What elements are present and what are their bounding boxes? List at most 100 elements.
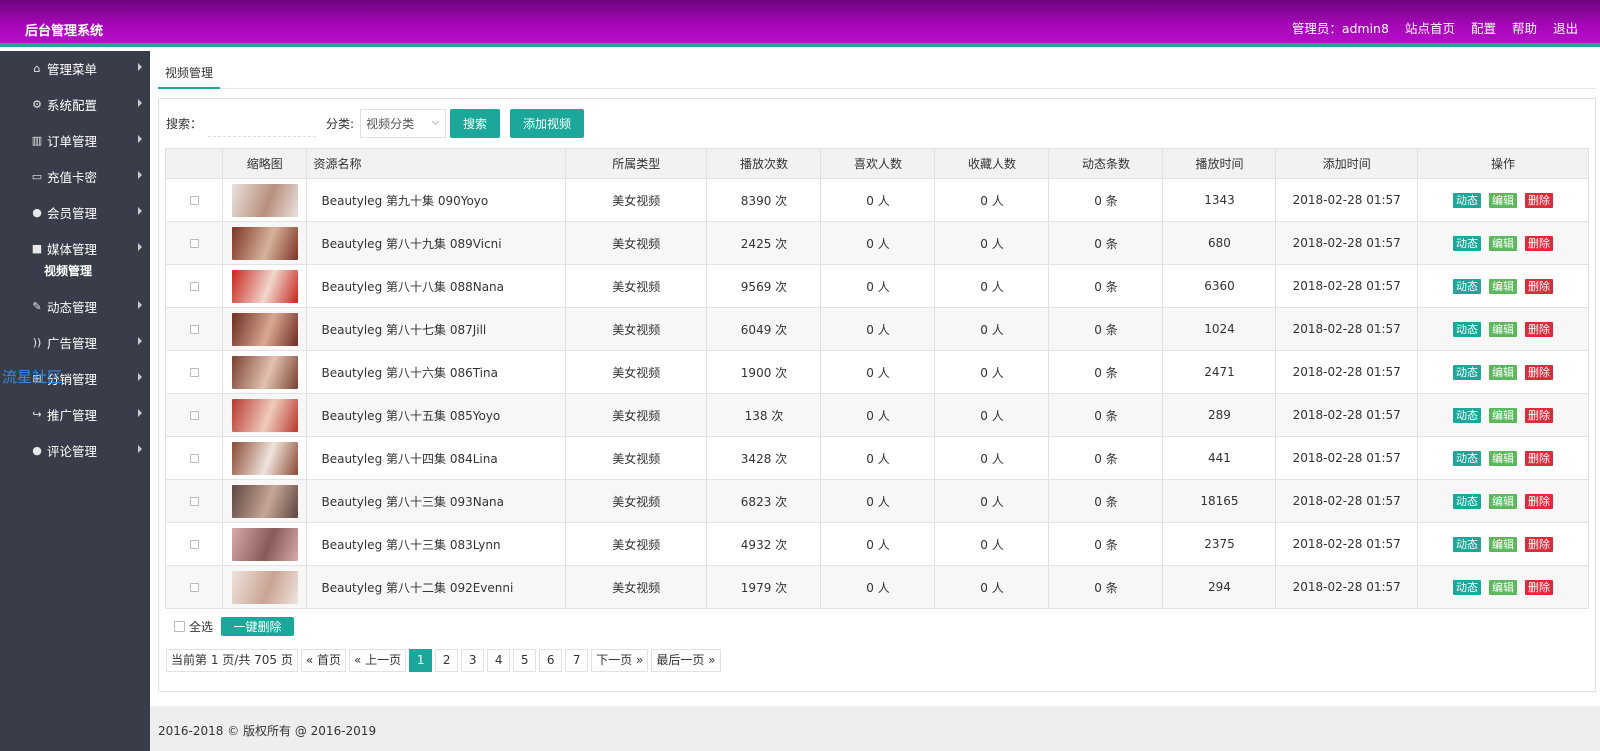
video-name-cell: Beautyleg 第八十三集 083Lynn (306, 522, 566, 566)
row-checkbox[interactable] (189, 368, 199, 377)
video-name-cell: Beautyleg 第九十集 090Yoyo (306, 178, 566, 222)
add-video-button[interactable]: 添加视频 (510, 108, 585, 138)
video-thumbnail[interactable] (231, 355, 298, 389)
dynamic-button[interactable]: 动态 (1452, 192, 1481, 208)
sidebar-item-5[interactable]: ● 会员管理 (0, 194, 150, 230)
search-label: 搜索： (166, 116, 203, 131)
delete-button[interactable]: 删除 (1524, 192, 1553, 208)
page-7-button[interactable]: 7 (565, 649, 589, 672)
edit-button[interactable]: 编辑 (1488, 450, 1517, 466)
sidebar-item-4[interactable]: ▭ 充值卡密 (0, 158, 150, 194)
edit-button[interactable]: 编辑 (1488, 235, 1517, 251)
video-thumbnail[interactable] (231, 183, 298, 217)
page-4-button[interactable]: 4 (487, 649, 511, 672)
dynamic-button[interactable]: 动态 (1452, 579, 1481, 595)
sidebar-item-10[interactable]: ↪ 推广管理 (0, 396, 150, 432)
bulk-delete-button[interactable]: 一键删除 (221, 616, 295, 636)
page-5-button[interactable]: 5 (513, 649, 537, 672)
video-thumbnail[interactable] (231, 527, 298, 561)
dynamic-button[interactable]: 动态 (1452, 407, 1481, 423)
row-checkbox[interactable] (189, 454, 199, 463)
row-checkbox[interactable] (189, 196, 199, 205)
delete-button[interactable]: 删除 (1524, 579, 1553, 595)
sidebar-item-9[interactable]: ⊞ 分销管理 (0, 360, 150, 396)
video-thumbnail[interactable] (231, 312, 298, 346)
like-count-cell: 0 人 (820, 178, 936, 222)
row-checkbox[interactable] (189, 325, 199, 334)
delete-button[interactable]: 删除 (1524, 493, 1553, 509)
table-row: Beautyleg 第八十七集 087Jill 美女视频 6049 次0 人0 人0… (165, 307, 1590, 351)
edit-button[interactable]: 编辑 (1488, 579, 1517, 595)
edit-button[interactable]: 编辑 (1488, 364, 1517, 380)
sidebar-item-11[interactable]: ● 评论管理 (0, 432, 150, 468)
favorite-count-cell: 0 人 (934, 264, 1050, 308)
delete-button[interactable]: 删除 (1524, 536, 1553, 552)
site-home-link[interactable]: 站点首页 (1405, 18, 1455, 37)
dynamic-button[interactable]: 动态 (1452, 321, 1481, 337)
prev-page-button[interactable]: « 上一页 (349, 649, 407, 672)
table-row: Beautyleg 第八十六集 086Tina 美女视频 1900 次0 人0 人0… (165, 350, 1590, 394)
video-thumbnail[interactable] (231, 398, 298, 432)
delete-button[interactable]: 删除 (1524, 364, 1553, 380)
search-button[interactable]: 搜索 (450, 108, 501, 138)
actions-cell: 动态 编辑 删除 (1416, 307, 1590, 351)
video-thumbnail[interactable] (231, 226, 298, 260)
edit-button[interactable]: 编辑 (1488, 493, 1517, 509)
row-checkbox[interactable] (189, 282, 199, 291)
sidebar-item-7[interactable]: ✎ 动态管理 (0, 288, 150, 324)
thumbnail-cell (221, 565, 308, 609)
delete-button[interactable]: 删除 (1524, 321, 1553, 337)
sidebar-item-3[interactable]: ▥ 订单管理 (0, 122, 150, 158)
first-page-button[interactable]: « 首页 (300, 649, 347, 672)
edit-button[interactable]: 编辑 (1488, 536, 1517, 552)
config-link[interactable]: 配置 (1471, 18, 1496, 37)
sidebar-item-2[interactable]: ⚙ 系统配置 (0, 86, 150, 122)
last-page-button[interactable]: 最后一页 » (651, 649, 721, 672)
delete-button[interactable]: 删除 (1524, 278, 1553, 294)
page-6-button[interactable]: 6 (539, 649, 563, 672)
delete-button[interactable]: 删除 (1524, 450, 1553, 466)
edit-button[interactable]: 编辑 (1488, 321, 1517, 337)
page-3-button[interactable]: 3 (461, 649, 485, 672)
sidebar-item-8[interactable]: )) 广告管理 (0, 324, 150, 360)
row-checkbox[interactable] (189, 540, 199, 549)
added-time-cell: 2018-02-28 01:57 (1275, 436, 1418, 480)
dynamic-button[interactable]: 动态 (1452, 450, 1481, 466)
dynamic-button[interactable]: 动态 (1452, 493, 1481, 509)
dynamic-button[interactable]: 动态 (1452, 364, 1481, 380)
search-input[interactable] (208, 109, 317, 137)
delete-button[interactable]: 删除 (1524, 407, 1553, 423)
video-thumbnail[interactable] (231, 269, 298, 303)
edit-button[interactable]: 编辑 (1488, 407, 1517, 423)
video-thumbnail[interactable] (231, 484, 298, 518)
dynamic-button[interactable]: 动态 (1452, 278, 1481, 294)
row-checkbox[interactable] (189, 583, 199, 592)
sidebar-item-label: 订单管理 (47, 133, 98, 149)
help-link[interactable]: 帮助 (1512, 18, 1537, 37)
delete-button[interactable]: 删除 (1524, 235, 1553, 251)
video-thumbnail[interactable] (231, 441, 298, 475)
dynamic-button[interactable]: 动态 (1452, 536, 1481, 552)
tab-bar: 视频管理 (158, 61, 1596, 89)
play-count-cell: 138 次 (706, 393, 822, 437)
category-select[interactable]: 视频分类 (360, 108, 447, 138)
dynamic-count-cell: 0 条 (1048, 264, 1164, 308)
logout-link[interactable]: 退出 (1553, 18, 1578, 37)
dynamic-button[interactable]: 动态 (1452, 235, 1481, 251)
tab-video-management[interactable]: 视频管理 (158, 61, 221, 89)
next-page-button[interactable]: 下一页 » (591, 649, 649, 672)
page-1-button[interactable]: 1 (409, 649, 433, 672)
chevron-right-icon (138, 99, 142, 107)
row-checkbox[interactable] (189, 497, 199, 506)
page-2-button[interactable]: 2 (435, 649, 459, 672)
row-checkbox[interactable] (189, 411, 199, 420)
duration-cell: 680 (1162, 221, 1277, 265)
sidebar-item-1[interactable]: ⌂ 管理菜单 (0, 50, 150, 86)
edit-button[interactable]: 编辑 (1488, 192, 1517, 208)
admin-user-label[interactable]: 管理员：admin8 (1292, 18, 1389, 37)
row-checkbox[interactable] (189, 239, 199, 248)
sidebar-item-6[interactable]: ■ 媒体管理 (0, 230, 150, 266)
edit-button[interactable]: 编辑 (1488, 278, 1517, 294)
select-all-checkbox[interactable] (174, 620, 185, 632)
video-thumbnail[interactable] (231, 570, 298, 604)
